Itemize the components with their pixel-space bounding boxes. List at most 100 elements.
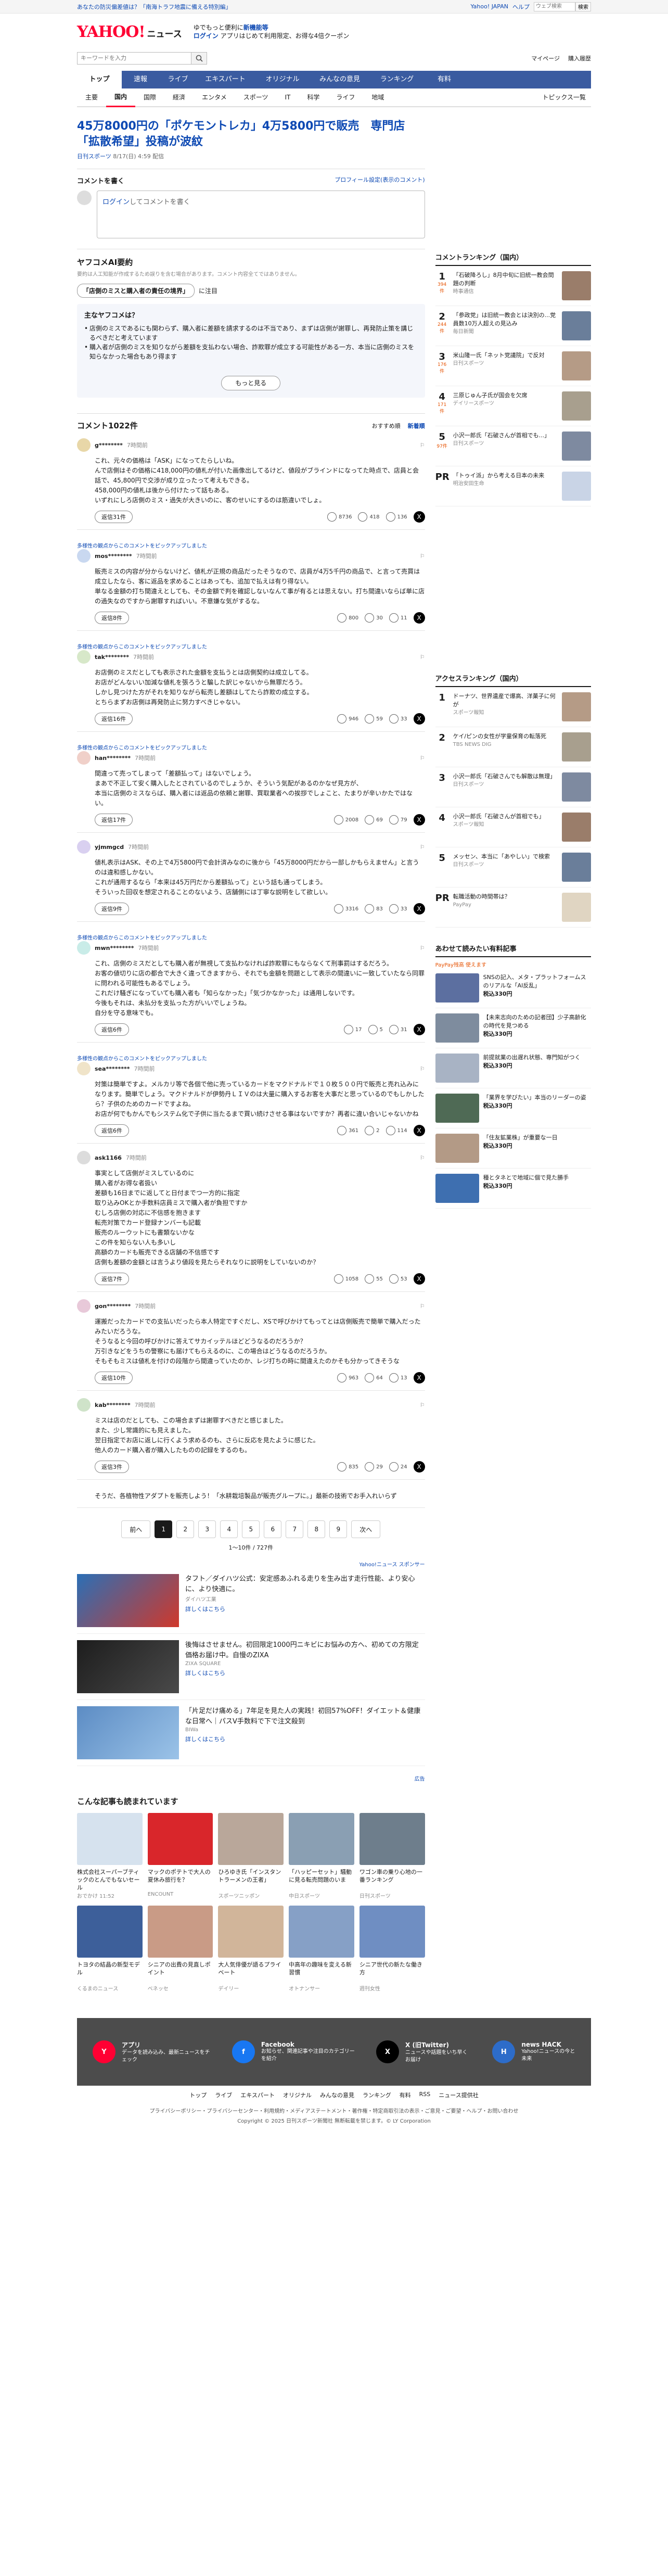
profile-settings-link[interactable]: プロフィール設定(表示のコメント) <box>335 175 425 185</box>
footer-app[interactable]: Y アプリ データを読み込み、最新ニュースをチェック <box>93 2028 211 2075</box>
replies-button[interactable]: 返信9件 <box>95 903 129 915</box>
sort-recommended[interactable]: おすすめ順 <box>372 422 401 430</box>
report-icon[interactable]: ⚐ <box>420 945 425 951</box>
reaction-insight[interactable]: 83 <box>365 904 383 913</box>
recommended-item[interactable]: トヨタの結晶の新型モデル くるまのニュース <box>77 1906 143 1992</box>
footer-nav-item[interactable]: 有料 <box>400 2091 411 2099</box>
ranking-item[interactable]: 5 97件 小沢一郎氏「石破さんが首相でも...」 日刊スポーツ <box>435 426 591 466</box>
x-share-icon[interactable]: X <box>413 1372 425 1384</box>
article-title[interactable]: 45万8000円の「ポケモントレカ」4万5800円で販売 専門店「拡散希望」投稿… <box>77 119 425 150</box>
replies-button[interactable]: 返信10件 <box>95 1372 133 1384</box>
paid-article[interactable]: 種とタネとで地域に個で見た勝手 税込330円 <box>435 1169 591 1209</box>
footer-nav-item[interactable]: みんなの意見 <box>320 2091 354 2099</box>
recommended-item[interactable]: 中高年の趣味を変える新習慣 オトナンサー <box>289 1906 354 1992</box>
ranking-item[interactable]: 2 244件 「参政党」は旧統一教会とは決別の...党員数10万人超えの見込み 毎日… <box>435 306 591 346</box>
ai-more-button[interactable]: もっと見る <box>221 376 281 390</box>
snav-local[interactable]: 地域 <box>363 88 392 106</box>
snav-domestic[interactable]: 国内 <box>106 88 136 107</box>
ranking-item[interactable]: 4 171件 三原じゅん子氏が国会を欠席 デイリースポーツ <box>435 386 591 426</box>
ad-item[interactable]: タフト／ダイハツ公式：安定感あふれる走りを生み出す走行性能、より安心に、より快適… <box>77 1574 425 1634</box>
page-6[interactable]: 6 <box>264 1520 282 1538</box>
reaction-hmm[interactable]: 33 <box>389 714 407 724</box>
user-avatar[interactable] <box>77 650 91 664</box>
reaction-insight[interactable]: 64 <box>365 1373 383 1382</box>
reaction-empathy[interactable]: 8736 <box>327 512 352 522</box>
ad-label[interactable]: Yahoo!ニュース スポンサー <box>77 1560 425 1568</box>
reaction-insight[interactable]: 418 <box>358 512 380 522</box>
snav-world[interactable]: 国際 <box>135 88 164 106</box>
reaction-empathy[interactable]: 17 <box>343 1025 362 1034</box>
paid-article[interactable]: SNSの記入、メタ・プラットフォームスのリアルな「AI反乱」 税込330円 <box>435 968 591 1008</box>
user-avatar[interactable] <box>77 1299 91 1313</box>
report-icon[interactable]: ⚐ <box>420 844 425 851</box>
comment-user[interactable]: tak******** <box>95 654 129 661</box>
yahoo-news-logo[interactable]: YAHOO! ニュース <box>77 23 182 41</box>
footer-nav-item[interactable]: オリジナル <box>283 2091 312 2099</box>
footer-links[interactable]: プライバシーポリシー・プライバシーセンター・利用規約・メディアステートメント・著… <box>77 2104 591 2116</box>
reaction-empathy[interactable]: 800 <box>337 613 358 623</box>
recommended-item[interactable]: 大人気俳優が語るプライベート デイリー <box>218 1906 284 1992</box>
snav-it[interactable]: IT <box>276 88 299 106</box>
access-pr[interactable]: PR 転職活動の時間帯は？ PayPay <box>435 887 591 928</box>
gnav-original[interactable]: オリジナル <box>254 71 311 88</box>
page-7[interactable]: 7 <box>286 1520 304 1538</box>
reaction-empathy[interactable]: 1058 <box>333 1274 358 1284</box>
reaction-insight[interactable]: 59 <box>365 714 383 724</box>
recommended-item[interactable]: 株式会社スーパーブティックのとんでもないセール おでかけ 11:52 <box>77 1813 143 1899</box>
recommended-item[interactable]: シニアの出費の見直しポイント ベネッセ <box>147 1906 213 1992</box>
gnav-top[interactable]: トップ <box>77 71 122 88</box>
snav-science[interactable]: 科学 <box>299 88 328 106</box>
reaction-insight[interactable]: 5 <box>368 1025 383 1034</box>
replies-button[interactable]: 返信17件 <box>95 814 133 826</box>
ad-detail-link[interactable]: 詳しくはこちら <box>185 1605 425 1613</box>
snav-economy[interactable]: 経済 <box>164 88 194 106</box>
yahoo-japan-link[interactable]: Yahoo! JAPAN <box>470 3 508 10</box>
report-icon[interactable]: ⚐ <box>420 755 425 762</box>
page-8[interactable]: 8 <box>307 1520 326 1538</box>
paid-article[interactable]: 前提就業の出遅れ状態、専門知がつく 税込330円 <box>435 1048 591 1088</box>
replies-button[interactable]: 返信8件 <box>95 612 129 624</box>
x-share-icon[interactable]: X <box>413 1273 425 1285</box>
comment-user[interactable]: mwn******** <box>95 945 134 951</box>
login-link[interactable]: ログイン <box>102 198 130 206</box>
access-item[interactable]: 5 メッセン、本当に「あやしい」で検索 日刊スポーツ <box>435 847 591 887</box>
reaction-insight[interactable]: 2 <box>365 1126 380 1135</box>
gnav-paid[interactable]: 有料 <box>426 71 463 88</box>
reaction-hmm[interactable]: 79 <box>389 815 407 824</box>
reaction-hmm[interactable]: 33 <box>389 904 407 913</box>
footer-newshack[interactable]: Hnews HACK Yahoo!ニュースの今と未来 <box>492 2028 575 2075</box>
snav-sports[interactable]: スポーツ <box>235 88 277 106</box>
report-icon[interactable]: ⚐ <box>420 442 425 449</box>
gnav-ranking[interactable]: ランキング <box>368 71 426 88</box>
footer-facebook[interactable]: f Facebook お知らせ、関連記事や注目のカテゴリーを紹介 <box>232 2028 355 2075</box>
x-share-icon[interactable]: X <box>413 1125 425 1136</box>
gnav-breaking[interactable]: 速報 <box>122 71 159 88</box>
ad-item[interactable]: 「片足だけ痛める」7年足を見た人の実践！初回57%OFF！ダイエット＆健康な日常… <box>77 1706 425 1766</box>
web-search-input[interactable] <box>534 2 575 11</box>
footer-nav-item[interactable]: ニュース提供社 <box>439 2091 478 2099</box>
x-share-icon[interactable]: X <box>413 713 425 725</box>
page-3[interactable]: 3 <box>198 1520 216 1538</box>
paid-article[interactable]: 【未来志向のための記者団】少子高齢化の時代を見つめる 税込330円 <box>435 1008 591 1048</box>
footer-nav-item[interactable]: RSS <box>419 2091 431 2099</box>
user-avatar[interactable] <box>77 438 91 452</box>
reaction-hmm[interactable]: 11 <box>389 613 407 623</box>
recommended-item[interactable]: マックのポテトで大人の夏休み旅行を？ ENCOUNT <box>147 1813 213 1899</box>
reaction-hmm[interactable]: 53 <box>389 1274 407 1284</box>
reaction-empathy[interactable]: 3316 <box>333 904 358 913</box>
reaction-hmm[interactable]: 24 <box>389 1462 407 1471</box>
page-5[interactable]: 5 <box>242 1520 260 1538</box>
user-avatar[interactable] <box>77 549 91 563</box>
page-9[interactable]: 9 <box>329 1520 348 1538</box>
promo-comment-body[interactable]: そうだ、各植物性アダプトを販売しよう！「水耕栽培製品が販売グループに。」最新の技… <box>95 1491 425 1501</box>
replies-button[interactable]: 返信6件 <box>95 1023 129 1036</box>
user-avatar[interactable] <box>77 751 91 765</box>
comment-user[interactable]: mos******** <box>95 553 132 560</box>
mypage-link[interactable]: マイページ <box>531 54 560 62</box>
x-share-icon[interactable]: X <box>413 612 425 624</box>
page-prev[interactable]: 前へ <box>121 1520 151 1538</box>
reaction-empathy[interactable]: 361 <box>337 1126 358 1135</box>
access-item[interactable]: 3 小沢一郎氏「石破さんでも解散は無理」 日刊スポーツ <box>435 767 591 807</box>
ranking-item[interactable]: 1 394件 「石破降ろし」8月中旬に旧統一教会問題の判断 時事通信 <box>435 266 591 306</box>
user-avatar[interactable] <box>77 1398 91 1412</box>
